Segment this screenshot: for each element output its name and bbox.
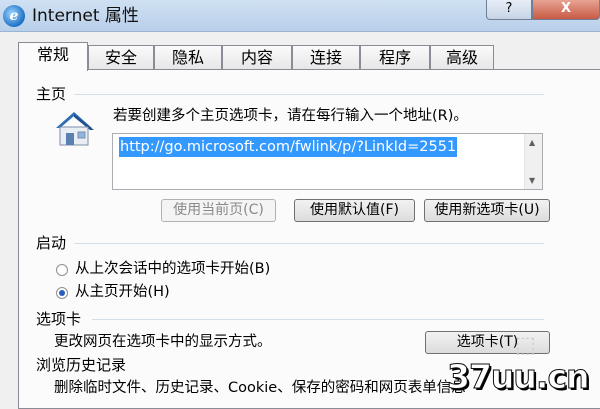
tab-security[interactable]: 安全 (88, 45, 154, 70)
history-description: 删除临时文件、历史记录、Cookie、保存的密码和网页表单信息 (54, 380, 466, 396)
scroll-down-icon[interactable]: ▼ (529, 176, 535, 185)
homepage-url-value[interactable]: http://go.microsoft.com/fwlink/p/?LinkId… (119, 137, 458, 157)
watermark-logo: ⬚ (515, 333, 536, 358)
tabs-section-title: 选项卡 (36, 310, 82, 328)
title-bar[interactable]: e Internet 属性 ? X (0, 0, 600, 32)
homepage-url-textarea[interactable]: http://go.microsoft.com/fwlink/p/?LinkId… (112, 133, 543, 190)
tab-programs[interactable]: 程序 (360, 45, 430, 70)
house-icon (56, 112, 94, 146)
homepage-separator (74, 94, 544, 95)
watermark-text: 37uu.cn (447, 357, 590, 397)
homepage-section-title: 主页 (36, 85, 67, 103)
radio-homepage[interactable] (56, 287, 68, 299)
textarea-scrollbar[interactable]: ▲ ▼ (524, 134, 542, 189)
radio-last-session[interactable] (56, 264, 68, 276)
tabs-separator (92, 319, 544, 320)
close-button[interactable]: X (532, 0, 600, 20)
startup-separator (74, 243, 544, 244)
tab-general[interactable]: 常规 (18, 42, 88, 71)
use-new-tab-button[interactable]: 使用新选项卡(U) (424, 199, 550, 222)
use-default-button[interactable]: 使用默认值(F) (294, 199, 415, 222)
radio-last-session-label[interactable]: 从上次会话中的选项卡开始(B) (75, 259, 270, 279)
tab-connections[interactable]: 连接 (292, 45, 360, 70)
startup-section-title: 启动 (36, 234, 67, 252)
help-button[interactable]: ? (486, 0, 532, 20)
tab-privacy[interactable]: 隐私 (154, 45, 222, 70)
use-current-button[interactable]: 使用当前页(C) (161, 199, 276, 222)
ie-icon: e (3, 5, 25, 27)
tabs-description: 更改网页在选项卡中的显示方式。 (54, 334, 272, 350)
history-section-title: 浏览历史记录 (36, 356, 127, 374)
scroll-up-icon[interactable]: ▲ (529, 138, 535, 147)
tab-advanced[interactable]: 高级 (430, 45, 494, 70)
homepage-instructions: 若要创建多个主页选项卡，请在每行输入一个地址(R)。 (113, 108, 468, 124)
radio-homepage-label[interactable]: 从主页开始(H) (75, 282, 170, 302)
tab-content[interactable]: 内容 (222, 45, 292, 70)
window-title: Internet 属性 (32, 6, 139, 26)
